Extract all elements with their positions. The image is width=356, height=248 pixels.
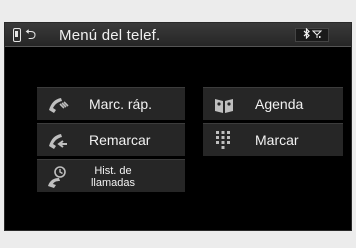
speed-dial-icon: [45, 94, 71, 116]
back-arrow-icon: ⮌: [25, 27, 37, 43]
dial-label: Marcar: [255, 132, 299, 148]
bluetooth-icon: [303, 27, 310, 42]
phonebook-icon: [213, 95, 235, 115]
keypad-icon: [215, 130, 231, 150]
page-title: Menú del telef.: [59, 27, 161, 44]
redial-button[interactable]: Remarcar: [37, 123, 185, 156]
title-bar: ⮌ Menú del telef.: [5, 23, 351, 47]
redial-icon: [45, 130, 71, 152]
call-history-button[interactable]: Hist. de llamadas: [37, 159, 185, 192]
back-button[interactable]: ⮌: [13, 26, 53, 44]
call-history-label-line2: llamadas: [90, 177, 136, 189]
page-frame: ⮌ Menú del telef. Marc. ráp. Agenda Rema…: [0, 0, 356, 248]
call-history-label-line1: Hist. de: [94, 165, 132, 177]
phone-icon: [13, 28, 21, 42]
status-indicator: [295, 27, 329, 42]
dial-button[interactable]: Marcar: [203, 123, 343, 156]
call-history-icon: [45, 164, 71, 190]
phonebook-label: Agenda: [255, 96, 304, 112]
signal-icon: [311, 29, 322, 42]
phone-menu-screen: ⮌ Menú del telef. Marc. ráp. Agenda Rema…: [4, 22, 352, 231]
call-history-label: Hist. de llamadas: [83, 165, 143, 189]
speed-dial-button[interactable]: Marc. ráp.: [37, 87, 185, 120]
redial-label: Remarcar: [89, 132, 151, 148]
phonebook-button[interactable]: Agenda: [203, 87, 343, 120]
speed-dial-label: Marc. ráp.: [89, 96, 153, 112]
